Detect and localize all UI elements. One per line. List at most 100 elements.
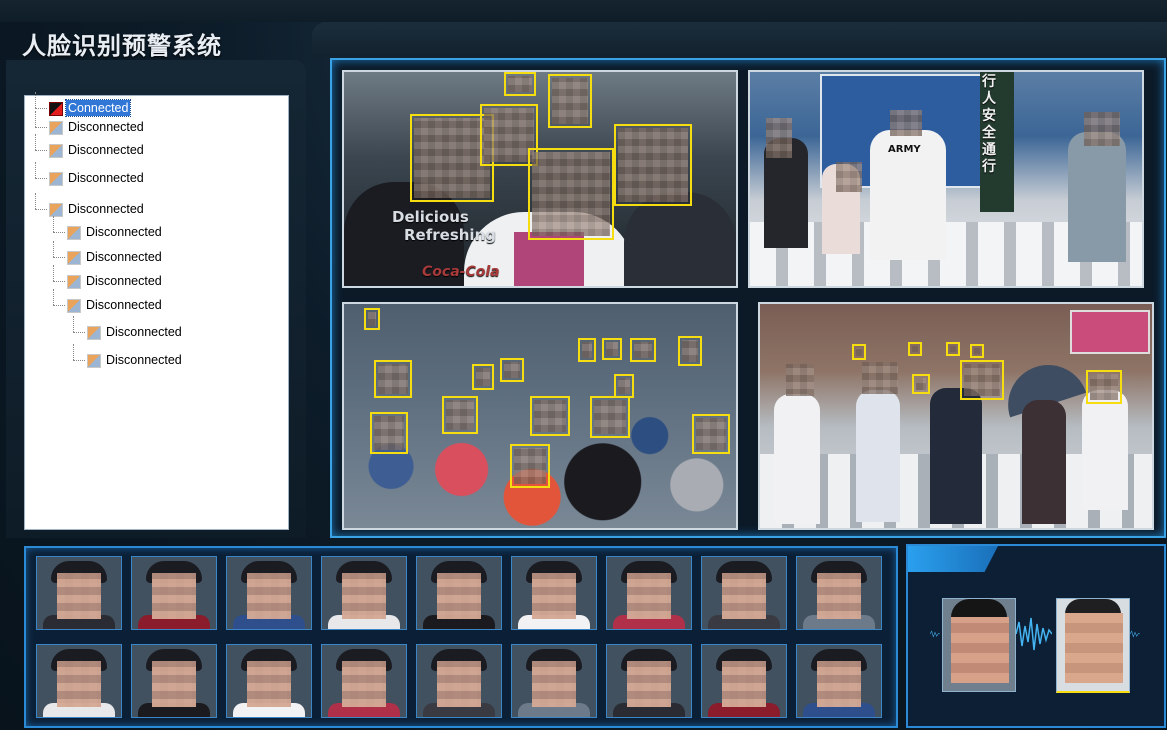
capture-thumbnail[interactable] bbox=[416, 556, 502, 630]
thumb-face-blur bbox=[437, 573, 481, 619]
thumb-face-blur bbox=[817, 573, 861, 619]
tree-connector bbox=[53, 257, 65, 258]
tree-connector bbox=[53, 265, 54, 281]
capture-thumbnail[interactable] bbox=[416, 644, 502, 718]
face-detection-box bbox=[614, 124, 692, 206]
face-detection-box bbox=[678, 336, 702, 366]
camera-disconnected-icon bbox=[49, 172, 63, 186]
tree-connector bbox=[35, 150, 47, 151]
camera-disconnected-icon bbox=[49, 203, 63, 217]
tree-item-label: Disconnected bbox=[86, 225, 162, 239]
tree-connector bbox=[35, 193, 36, 209]
header-panel bbox=[312, 22, 1167, 58]
capture-thumbnail[interactable] bbox=[796, 644, 882, 718]
tree-connector bbox=[35, 134, 36, 150]
capture-thumbnail[interactable] bbox=[36, 644, 122, 718]
tree-connector bbox=[53, 281, 65, 282]
capture-thumbnail[interactable] bbox=[131, 556, 217, 630]
tree-connector bbox=[53, 305, 65, 306]
billboard bbox=[1070, 310, 1150, 354]
street-sign-text: 行人安全通行 bbox=[982, 74, 996, 175]
face-detection-box bbox=[364, 308, 380, 330]
thumb-face-blur bbox=[627, 573, 671, 619]
person-silhouette bbox=[514, 232, 584, 286]
face-detection-box bbox=[530, 396, 570, 436]
tree-connector bbox=[35, 127, 47, 128]
face-detection-box bbox=[614, 374, 634, 398]
face-detection-box bbox=[500, 358, 524, 382]
capture-thumbnail[interactable] bbox=[701, 556, 787, 630]
capture-thumbnail[interactable] bbox=[701, 644, 787, 718]
camera-disconnected-icon bbox=[49, 121, 63, 135]
camera-view-1[interactable]: Delicious Refreshing Coca-Cola bbox=[342, 70, 738, 288]
video-grid: Delicious Refreshing Coca-Cola 行人安全通行 AR… bbox=[330, 58, 1166, 538]
tree-connector bbox=[35, 92, 36, 108]
thumb-face-blur bbox=[722, 661, 766, 707]
face-detection-box bbox=[1086, 370, 1122, 404]
tree-item-label: Disconnected bbox=[86, 274, 162, 288]
match-waveform-icon bbox=[1130, 630, 1140, 638]
app-title: 人脸识别预警系统 bbox=[22, 32, 222, 60]
thumb-face-blur bbox=[57, 661, 101, 707]
thumb-face-blur bbox=[722, 573, 766, 619]
capture-thumbnail[interactable] bbox=[796, 556, 882, 630]
capture-thumbnail[interactable] bbox=[36, 556, 122, 630]
person-silhouette bbox=[624, 192, 736, 286]
camera-view-3[interactable] bbox=[342, 302, 738, 530]
capture-thumbnail[interactable] bbox=[321, 556, 407, 630]
camera-disconnected-icon bbox=[67, 226, 81, 240]
thumb-face-blur bbox=[342, 661, 386, 707]
face-detection-box bbox=[630, 338, 656, 362]
tree-connector bbox=[73, 344, 74, 360]
capture-thumbnail[interactable] bbox=[606, 556, 692, 630]
tree-connector bbox=[73, 316, 74, 332]
database-face[interactable] bbox=[1056, 598, 1130, 693]
face-detection-box bbox=[960, 360, 1004, 400]
tree-connector bbox=[35, 111, 36, 127]
shirt-text: Delicious bbox=[392, 208, 469, 226]
face-detection-box bbox=[852, 344, 866, 360]
capture-thumbnail[interactable] bbox=[511, 556, 597, 630]
person-silhouette bbox=[1022, 400, 1066, 524]
face-detection-box bbox=[970, 344, 984, 358]
thumb-face-blur bbox=[247, 573, 291, 619]
capture-thumbnail[interactable] bbox=[131, 644, 217, 718]
capture-thumbnail[interactable] bbox=[321, 644, 407, 718]
match-waveform-icon bbox=[1016, 617, 1052, 651]
face-blur-box bbox=[784, 362, 816, 398]
face-detection-box bbox=[510, 444, 550, 488]
header-bar bbox=[0, 0, 1167, 22]
thumb-face-blur bbox=[57, 573, 101, 619]
face-detection-box bbox=[370, 412, 408, 454]
thumb-face-blur bbox=[247, 661, 291, 707]
person-silhouette bbox=[930, 388, 982, 524]
face-detection-box bbox=[692, 414, 730, 454]
face-detection-box bbox=[442, 396, 478, 434]
capture-thumbnail[interactable] bbox=[511, 644, 597, 718]
face-detection-box bbox=[578, 338, 596, 362]
camera-disconnected-icon bbox=[67, 299, 81, 313]
tree-connector bbox=[35, 209, 47, 210]
tree-connector bbox=[53, 232, 65, 233]
thumb-face-blur bbox=[532, 661, 576, 707]
person-silhouette bbox=[1068, 132, 1126, 262]
face-detection-box bbox=[528, 148, 614, 240]
capture-thumbnail[interactable] bbox=[226, 644, 312, 718]
tree-connector bbox=[35, 108, 47, 109]
tree-item-label: Connected bbox=[64, 99, 132, 117]
shirt-text: ARMY bbox=[888, 144, 921, 155]
tree-item-label: Disconnected bbox=[106, 353, 182, 367]
camera-disconnected-icon bbox=[87, 354, 101, 368]
tree-connector bbox=[73, 332, 85, 333]
capture-thumbnail[interactable] bbox=[226, 556, 312, 630]
tree-connector bbox=[35, 178, 47, 179]
thumb-face-blur bbox=[817, 661, 861, 707]
camera-view-4[interactable] bbox=[758, 302, 1154, 530]
tree-item-label: Disconnected bbox=[68, 202, 144, 216]
camera-view-2[interactable]: 行人安全通行 ARMY bbox=[748, 70, 1144, 288]
thumb-face-blur bbox=[437, 661, 481, 707]
thumb-face-blur bbox=[152, 661, 196, 707]
capture-thumbnail[interactable] bbox=[606, 644, 692, 718]
captured-face[interactable] bbox=[942, 598, 1016, 692]
device-tree[interactable]: Connected Disconnected Disconnected Disconn… bbox=[24, 92, 289, 530]
